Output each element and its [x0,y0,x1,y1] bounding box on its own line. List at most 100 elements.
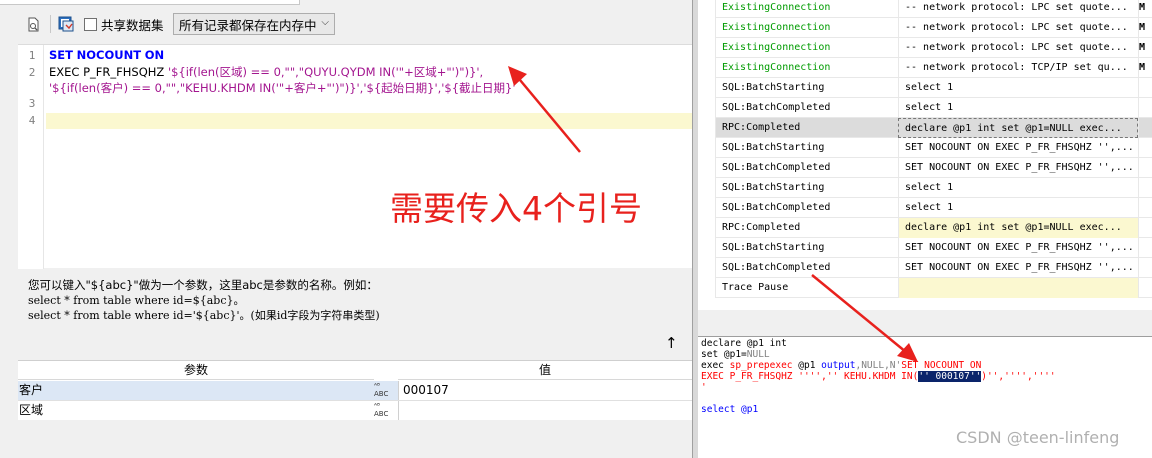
param-value-input[interactable]: 000107 [398,381,692,400]
event-class: SQL:BatchStarting [722,182,825,193]
annotation-label: 需要传入4个引号 [390,189,642,228]
trace-row[interactable]: Trace Pause [698,278,1152,298]
row-header [698,278,716,298]
code-line-3: '${if(len(客户) == 0,"","KEHU.KHDM IN('"+客… [49,81,516,95]
help-line-3: select * from table where id='${abc}'。(如… [28,309,380,322]
text-data: select 1 [898,98,1138,118]
line-number: 4 [28,114,36,127]
detail-text: output [821,360,856,371]
trace-row[interactable]: SQL:BatchCompleted SET NOCOUNT ON EXEC P_… [698,258,1152,278]
app-name: M [1138,58,1152,78]
arrow-up-icon[interactable]: ↑ [665,334,678,352]
row-header [698,158,716,178]
preview-button[interactable] [24,14,44,34]
trace-event-grid: ExistingConnection -- network protocol: L… [698,0,1152,310]
share-dataset-checkbox[interactable] [84,17,97,31]
param-name: 客户 [19,383,44,397]
detail-selection: '' 000107'' [918,371,982,382]
trace-row[interactable]: SQL:BatchCompleted select 1 [698,198,1152,218]
event-class: ExistingConnection [722,62,831,73]
row-header [698,18,716,38]
trace-row[interactable]: SQL:BatchCompleted select 1 [698,98,1152,118]
app-name: M [1138,38,1152,58]
table-row[interactable]: 区域 ᴬᴮ ABC [18,401,692,421]
detail-line: exec sp_prepexec @p1 output,NULL,N'SET N… [701,360,981,371]
trace-row[interactable]: SQL:BatchStarting SET NOCOUNT ON EXEC P_F… [698,138,1152,158]
param-name: 区域 [19,403,44,417]
detail-text: declare @p1 int [701,338,787,349]
sql-keyword: NOCOUNT [76,48,142,62]
query-toolbar: 共享数据集 所有记录都保存在内存中 ⌵ [14,10,692,38]
detail-text: @p1 [792,360,822,371]
event-class: ExistingConnection [722,22,831,33]
event-class: RPC:Completed [722,122,801,133]
database-refresh-icon [58,16,74,32]
help-line-2: select * from table where id=${abc}。 [28,294,245,307]
trace-row[interactable]: SQL:BatchCompleted SET NOCOUNT ON EXEC P_… [698,158,1152,178]
text-data: -- network protocol: LPC set quote... [898,18,1138,38]
row-header [698,238,716,258]
trace-row[interactable]: SQL:BatchStarting select 1 [698,78,1152,98]
param-value-input[interactable] [398,401,692,420]
sql-editor[interactable]: 1 2 3 4 SET NOCOUNT ON EXEC P_FR_FHSQHZ … [18,44,692,269]
text-data [898,278,1138,298]
code-line-2: EXEC P_FR_FHSQHZ '${if(len(区域) == 0,"","… [49,65,483,79]
app-name [1138,218,1152,238]
app-name [1138,278,1152,298]
detail-text: exec [701,360,730,371]
detail-line: select @p1 [701,404,758,415]
detail-line: ' [701,382,707,393]
event-class: Trace Pause [722,282,789,293]
line-number: 1 [28,49,36,62]
parameter-table: 参数 值 客户 ᴬᴮ ABC 000107 区域 ᴬᴮ ABC [18,360,692,421]
parameter-help-text: 您可以键入"${abc}"做为一个参数，这里abc是参数的名称。例如： sele… [28,278,678,323]
row-header [698,198,716,218]
event-class: SQL:BatchStarting [722,242,825,253]
save-mode-select[interactable]: 所有记录都保存在内存中 ⌵ [173,13,335,35]
sql-profiler-panel: ExistingConnection -- network protocol: L… [698,0,1152,458]
app-name: M [1138,0,1152,18]
row-header [698,218,716,238]
row-header [698,38,716,58]
line-number: 3 [28,97,36,110]
text-data: select 1 [898,198,1138,218]
trace-row[interactable]: SQL:BatchStarting select 1 [698,178,1152,198]
share-dataset-option[interactable]: 共享数据集 [84,15,164,33]
document-search-icon [28,17,39,31]
detail-text: SET NOCOUNT ON [901,360,982,371]
trace-row[interactable]: ExistingConnection -- network protocol: L… [698,0,1152,18]
detail-text: EXEC P_FR_FHSQHZ '''','' KEHU.KHDM IN( [701,371,919,382]
detail-text: set @p1= [701,349,747,360]
code-line-1: SET NOCOUNT ON [49,48,164,62]
app-name [1138,138,1152,158]
trace-row[interactable]: ExistingConnection -- network protocol: L… [698,38,1152,58]
trace-row[interactable]: ExistingConnection -- network protocol: T… [698,58,1152,78]
text-data: -- network protocol: LPC set quote... [898,38,1138,58]
trace-row[interactable]: RPC:Completed declare @p1 int set @p1=NUL… [698,218,1152,238]
trace-row-selected[interactable]: RPC:Completed declare @p1 int set @p1=NUL… [698,118,1152,138]
line-number: 2 [28,66,36,79]
detail-text: ' [701,382,707,393]
detail-text: ,NULL,N' [855,360,902,371]
event-class: SQL:BatchStarting [722,142,825,153]
event-class: SQL:BatchCompleted [722,102,831,113]
event-class: SQL:BatchStarting [722,82,825,93]
table-row[interactable]: 客户 ᴬᴮ ABC 000107 [18,381,692,401]
top-strip [0,0,692,6]
current-line-highlight [46,113,692,129]
refresh-fields-button[interactable] [56,14,76,34]
detail-line: set @p1=NULL [701,349,770,360]
app-name [1138,118,1152,138]
app-name [1138,178,1152,198]
row-header [698,0,716,18]
row-header [698,138,716,158]
trace-row[interactable]: SQL:BatchStarting SET NOCOUNT ON EXEC P_F… [698,238,1152,258]
app-name: M [1138,18,1152,38]
trace-row[interactable]: ExistingConnection -- network protocol: L… [698,18,1152,38]
sql-keyword: SET [49,48,73,62]
text-type-icon: ᴬᴮ ABC [374,382,389,398]
text-data: SET NOCOUNT ON EXEC P_FR_FHSQHZ '',... [898,258,1138,278]
watermark: CSDN @teen-linfeng [956,428,1120,447]
param-name-header: 参数 [18,361,374,380]
help-line-1: 您可以键入"${abc}"做为一个参数，这里abc是参数的名称。例如： [28,278,378,292]
